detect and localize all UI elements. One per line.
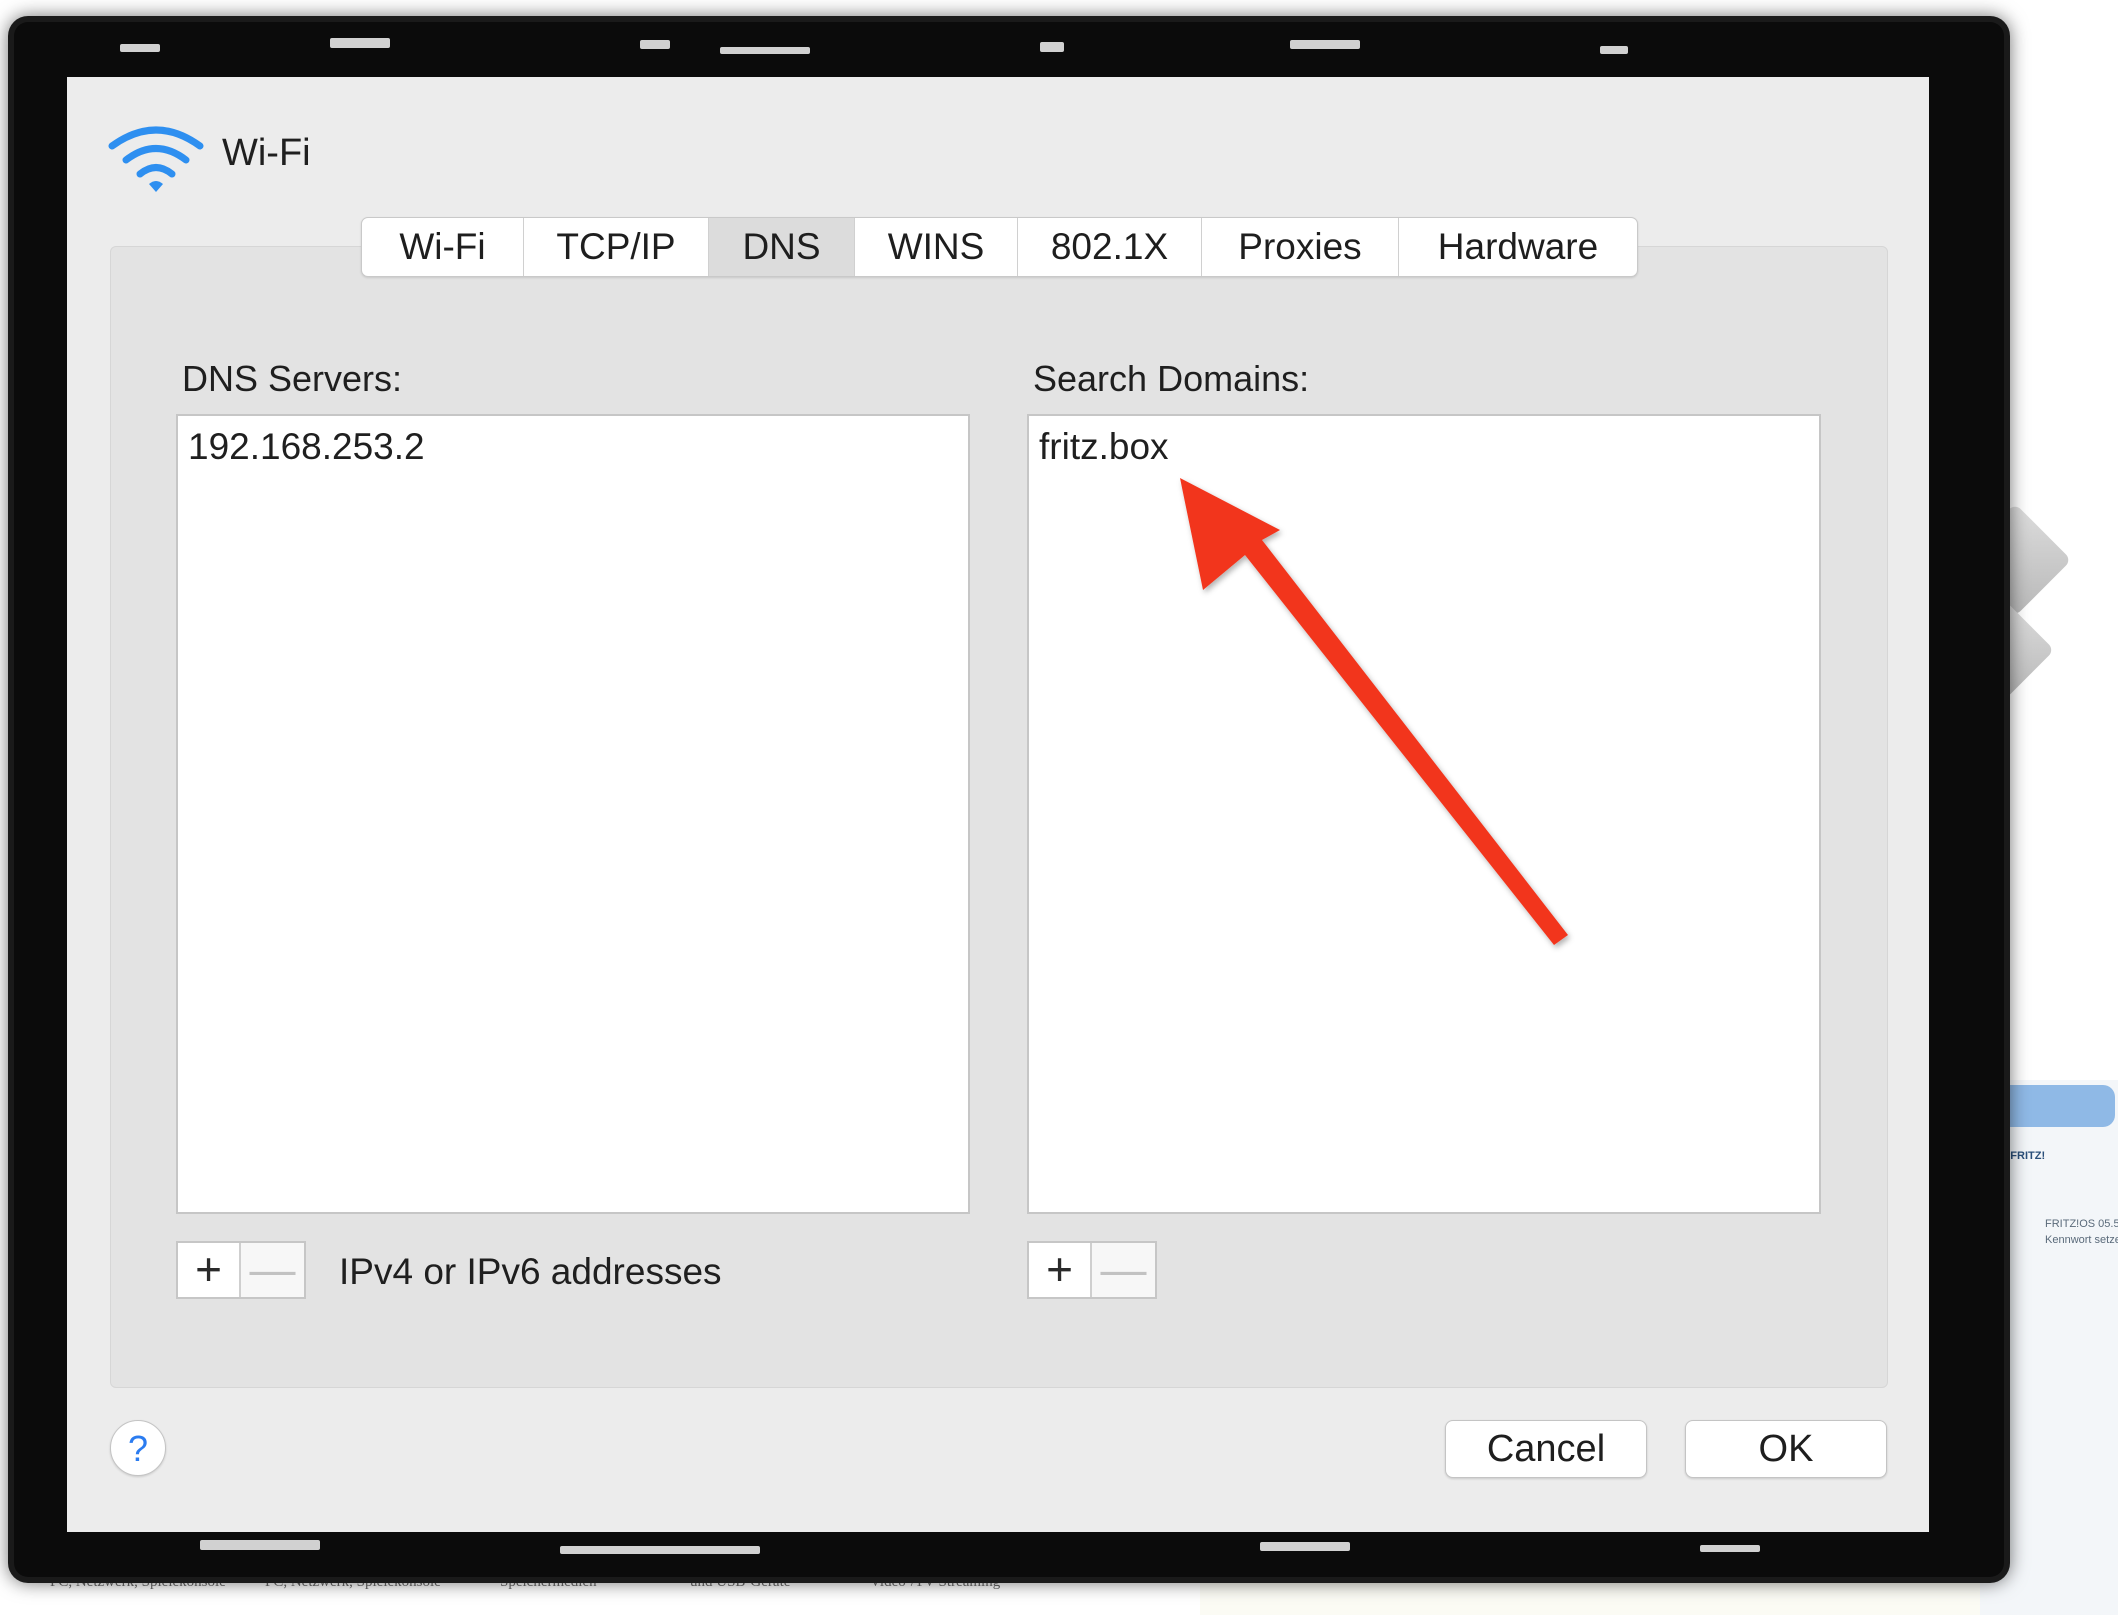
help-button[interactable]: ? (110, 1420, 166, 1476)
wifi-icon (108, 126, 204, 192)
frame-speck (1260, 1542, 1350, 1551)
dns-servers-hint: IPv4 or IPv6 addresses (339, 1251, 722, 1292)
ok-button[interactable]: OK (1685, 1420, 1887, 1478)
frame-speck (330, 38, 390, 48)
tab-wifi[interactable]: Wi-Fi (362, 218, 524, 276)
dns-servers-label: DNS Servers: (182, 358, 403, 399)
remove-search-domain-button[interactable]: — (1092, 1243, 1155, 1297)
dns-server-item[interactable]: 192.168.253.2 (188, 426, 425, 468)
search-domains-add-remove: + — (1027, 1241, 1157, 1299)
tab-wins[interactable]: WINS (855, 218, 1018, 276)
frame-speck (1290, 40, 1360, 49)
search-domain-item[interactable]: fritz.box (1039, 426, 1169, 468)
frame-speck (1600, 46, 1628, 54)
frame-speck (640, 40, 670, 49)
search-domains-label: Search Domains: (1033, 358, 1310, 399)
frame-speck (200, 1540, 320, 1550)
tab-bar: Wi-Fi TCP/IP DNS WINS 802.1X Proxies Har… (361, 217, 1638, 277)
remove-dns-server-button[interactable]: — (241, 1243, 304, 1297)
frame-speck (120, 44, 160, 52)
dns-servers-list[interactable]: 192.168.253.2 (176, 414, 970, 1214)
dns-servers-add-remove: + — (176, 1241, 306, 1299)
tab-8021x[interactable]: 802.1X (1018, 218, 1202, 276)
search-domains-list[interactable]: fritz.box (1027, 414, 1821, 1214)
tab-dns[interactable]: DNS (709, 218, 855, 276)
cancel-button[interactable]: Cancel (1445, 1420, 1647, 1478)
tab-tcpip[interactable]: TCP/IP (524, 218, 709, 276)
add-search-domain-button[interactable]: + (1029, 1243, 1093, 1297)
frame-speck (720, 47, 810, 54)
background-fritz-line-2: Kennwort setzen (2045, 1234, 2118, 1246)
background-fritz-line-1: FRITZ!OS 05.50 (2045, 1218, 2118, 1230)
add-dns-server-button[interactable]: + (178, 1243, 242, 1297)
tab-proxies[interactable]: Proxies (1202, 218, 1399, 276)
frame-speck (560, 1546, 760, 1554)
frame-speck (1040, 42, 1064, 52)
screenshot: MyFRITZ! FRITZ!OS 05.50 Kennwort setzen … (0, 0, 2118, 1615)
window-title: Wi-Fi (222, 132, 311, 174)
tab-hardware[interactable]: Hardware (1399, 218, 1637, 276)
frame-speck (1700, 1545, 1760, 1552)
